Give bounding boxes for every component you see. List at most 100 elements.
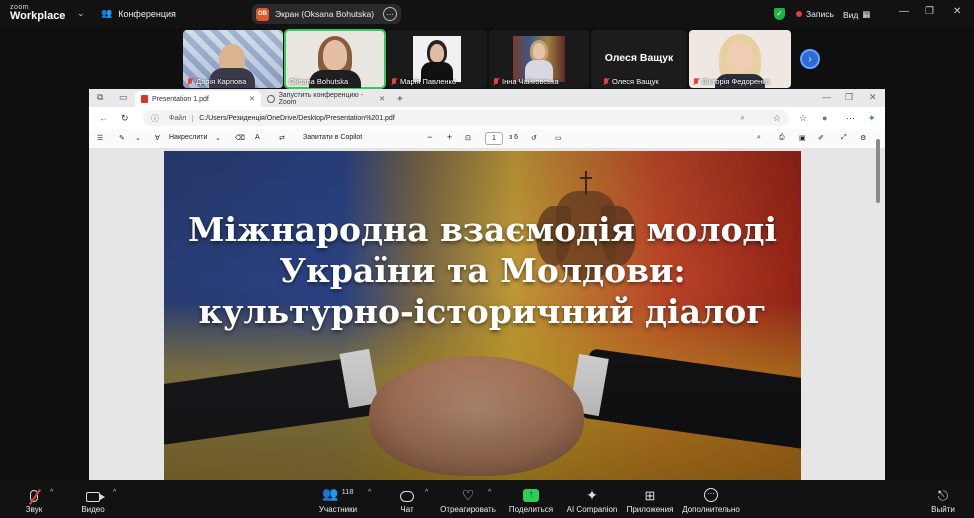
participants-button[interactable]: 👥 118 Участники bbox=[316, 480, 360, 518]
fullscreen-icon[interactable]: ⤢ bbox=[841, 134, 847, 142]
close-icon[interactable]: ✕ bbox=[869, 92, 877, 103]
participant-name: Oksana Bohutska bbox=[289, 77, 349, 86]
favorite-star-icon[interactable]: ☆ bbox=[773, 113, 781, 124]
new-tab-button[interactable]: + bbox=[391, 91, 409, 107]
chevron-down-icon[interactable]: ⌄ bbox=[77, 8, 85, 19]
participant-tile[interactable]: Вікторія Федоренко bbox=[689, 30, 791, 88]
view-button[interactable]: Вид ▦ bbox=[843, 9, 870, 20]
participant-name: Дарія Карпова bbox=[187, 77, 246, 86]
audio-options-caret-icon[interactable]: ^ bbox=[50, 489, 53, 496]
address-bar-row: ← ↻ ⓘ Файл C:/Users/Резиденція/OneDrive/… bbox=[89, 107, 885, 129]
share-label: Поделиться bbox=[508, 505, 554, 514]
rotate-icon[interactable]: ↺ bbox=[531, 134, 537, 142]
video-button[interactable]: Видео bbox=[78, 480, 108, 518]
zoom-search-icon[interactable]: ⌕ bbox=[740, 113, 744, 123]
pdf-viewer[interactable]: Міжнародна взаємодія молоді України та М… bbox=[89, 139, 885, 480]
restore-icon[interactable]: ❐ bbox=[845, 92, 853, 103]
search-icon[interactable]: ⌕ bbox=[757, 134, 761, 142]
ask-copilot-button[interactable]: Запитати в Copilot bbox=[303, 134, 362, 141]
print-icon[interactable]: ⎙ bbox=[779, 134, 785, 142]
draw-icon[interactable]: ∀ bbox=[155, 134, 160, 142]
audio-button[interactable]: Звук bbox=[20, 480, 48, 518]
globe-icon bbox=[267, 95, 275, 103]
back-arrow-icon[interactable]: ← bbox=[99, 113, 108, 123]
video-camera-icon bbox=[86, 492, 105, 502]
gear-icon[interactable]: ⚙ bbox=[860, 134, 866, 142]
chat-button[interactable]: Чат bbox=[396, 480, 418, 518]
meeting-controls-bar: Звук ^ Видео ^ 👥 118 Участники ^ Чат ^ ♡ … bbox=[0, 480, 974, 518]
chevron-down-icon[interactable]: ⌄ bbox=[135, 134, 141, 142]
more-options-icon[interactable]: ⋯ bbox=[383, 7, 397, 21]
react-options-caret-icon[interactable]: ^ bbox=[488, 489, 491, 496]
leave-button[interactable]: ⎋ Выйти bbox=[930, 480, 956, 518]
draw-button[interactable]: Накреслити bbox=[169, 134, 207, 141]
tab-zoom[interactable]: Запустить конференцию - Zoom ✕ bbox=[261, 91, 391, 107]
muted-mic-icon bbox=[603, 77, 609, 86]
page-number-input[interactable]: 1 bbox=[485, 132, 503, 145]
favorites-icon[interactable]: ☆ bbox=[799, 113, 807, 124]
participant-tile[interactable]: Інна Чайковська bbox=[489, 30, 589, 88]
read-aloud-icon[interactable]: A bbox=[255, 134, 260, 141]
address-bar[interactable]: ⓘ Файл C:/Users/Резиденція/OneDrive/Desk… bbox=[143, 110, 789, 126]
highlight-icon[interactable]: ✎ bbox=[119, 134, 125, 142]
tab-presentation-pdf[interactable]: Presentation 1.pdf ✕ bbox=[135, 91, 261, 107]
participants-options-caret-icon[interactable]: ^ bbox=[368, 489, 371, 496]
eraser-icon[interactable]: ⌫ bbox=[235, 134, 245, 142]
participant-face bbox=[430, 44, 444, 62]
zoom-in-button[interactable]: + bbox=[447, 132, 452, 142]
close-icon[interactable]: ✕ bbox=[953, 6, 961, 17]
participant-face bbox=[727, 42, 753, 72]
participant-face bbox=[323, 40, 347, 70]
chat-options-caret-icon[interactable]: ^ bbox=[425, 489, 428, 496]
participant-tile-active[interactable]: Oksana Bohutska bbox=[284, 29, 386, 89]
participant-tile-video-off[interactable]: Олеся Ващук Олеся Ващук bbox=[591, 30, 687, 88]
minimize-icon[interactable]: — bbox=[822, 92, 831, 102]
react-label: Отреагировать bbox=[440, 505, 496, 514]
share-button[interactable]: ↑ Поделиться bbox=[508, 480, 554, 518]
screen-share-indicator[interactable]: OB Экран (Oksana Bohutska) ⋯ bbox=[252, 4, 401, 24]
meeting-info[interactable]: 👥 Конференция bbox=[101, 8, 176, 19]
participant-tile[interactable]: Дарія Карпова bbox=[183, 30, 283, 88]
tab-close-icon[interactable]: ✕ bbox=[379, 95, 385, 103]
save-as-icon[interactable]: ✐ bbox=[818, 134, 824, 142]
record-indicator[interactable]: Запись bbox=[796, 9, 834, 19]
restore-icon[interactable]: ❐ bbox=[925, 6, 934, 17]
chevron-down-icon[interactable]: ⌄ bbox=[215, 134, 221, 142]
apps-button[interactable]: ⊞ Приложения bbox=[626, 480, 674, 518]
security-shield-icon[interactable]: ✓ bbox=[774, 8, 785, 20]
participant-name: Олеся Ващук bbox=[603, 77, 659, 86]
page-view-icon[interactable]: ▭ bbox=[555, 134, 562, 142]
scrollbar-thumb[interactable] bbox=[876, 139, 880, 203]
next-page-arrow-icon[interactable]: › bbox=[800, 49, 820, 69]
ai-companion-button[interactable]: ✦ AI Companion bbox=[566, 480, 618, 518]
tab-close-icon[interactable]: ✕ bbox=[249, 95, 255, 103]
tab-label: Запустить конференцию - Zoom bbox=[278, 92, 363, 106]
refresh-icon[interactable]: ↻ bbox=[121, 113, 129, 124]
contents-icon[interactable]: ☰ bbox=[97, 134, 103, 142]
participant-tile[interactable]: Марія Павленко bbox=[387, 30, 487, 88]
muted-mic-icon bbox=[391, 77, 397, 86]
participants-count: 118 bbox=[341, 487, 354, 496]
grid-icon: ▦ bbox=[862, 9, 871, 19]
apps-grid-icon: ⊞ bbox=[644, 488, 656, 503]
record-dot-icon bbox=[796, 11, 802, 17]
zoom-out-button[interactable]: − bbox=[427, 132, 432, 142]
more-label: Дополнительно bbox=[682, 505, 740, 514]
browser-tab-bar: ⧉ ▭ Presentation 1.pdf ✕ Запустить конфе… bbox=[89, 89, 885, 107]
more-button[interactable]: ⋯ Дополнительно bbox=[682, 480, 740, 518]
video-options-caret-icon[interactable]: ^ bbox=[113, 489, 116, 496]
copilot-icon[interactable]: ✦ bbox=[868, 113, 876, 124]
fit-page-icon[interactable]: ⊡ bbox=[465, 134, 471, 142]
muted-mic-icon bbox=[29, 489, 41, 505]
profile-icon[interactable]: ● bbox=[822, 113, 827, 123]
react-button[interactable]: ♡ Отреагировать bbox=[440, 480, 496, 518]
settings-more-icon[interactable]: ⋯ bbox=[846, 113, 855, 124]
translate-icon[interactable]: ⇄ bbox=[279, 134, 285, 142]
save-icon[interactable]: ▣ bbox=[799, 134, 806, 142]
video-label: Видео bbox=[81, 505, 105, 514]
workspaces-icon[interactable]: ⧉ bbox=[97, 92, 103, 103]
people-icon: 👥 bbox=[101, 8, 113, 18]
tab-actions-icon[interactable]: ▭ bbox=[119, 92, 128, 103]
participant-name: Вікторія Федоренко bbox=[693, 77, 770, 86]
minimize-icon[interactable]: — bbox=[899, 6, 909, 17]
